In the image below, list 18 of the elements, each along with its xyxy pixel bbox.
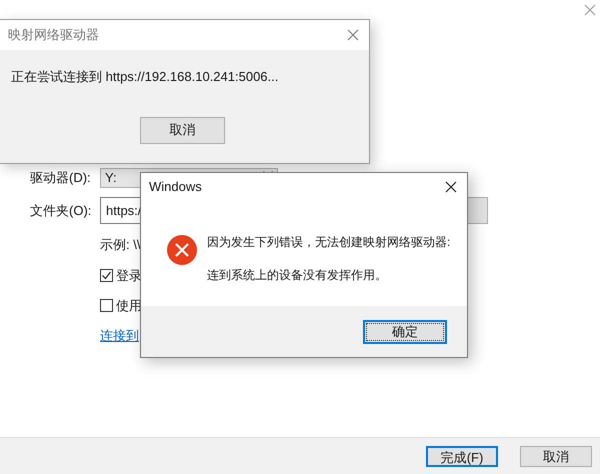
option-label: 登录 <box>116 266 142 284</box>
dialog-title: 映射网络驱动器 <box>8 26 99 44</box>
field-label: 文件夹(O): <box>30 202 92 220</box>
error-message: 连到系统上的设备没有发挥作用。 <box>207 267 388 284</box>
close-icon[interactable] <box>445 181 457 193</box>
field-label: 驱动器(D): <box>30 169 92 188</box>
dialog-title: Windows <box>149 178 202 196</box>
status-message: 正在尝试连接到 https://192.168.10.241:5006... <box>10 68 280 86</box>
ok-button[interactable]: 确定 <box>363 320 447 344</box>
checkbox[interactable] <box>100 299 113 312</box>
connect-link[interactable]: 连接到 <box>100 326 139 345</box>
error-message: 因为发生下列错误，无法创建映射网络驱动器: <box>207 234 450 251</box>
example-text: 示例: \\ <box>100 236 140 254</box>
footer-button[interactable]: 完成(F) <box>426 446 498 466</box>
footer-button[interactable]: 取消 <box>520 446 592 466</box>
cancel-button[interactable]: 取消 <box>140 116 225 144</box>
checkbox[interactable] <box>100 268 113 282</box>
error-icon <box>167 235 197 265</box>
